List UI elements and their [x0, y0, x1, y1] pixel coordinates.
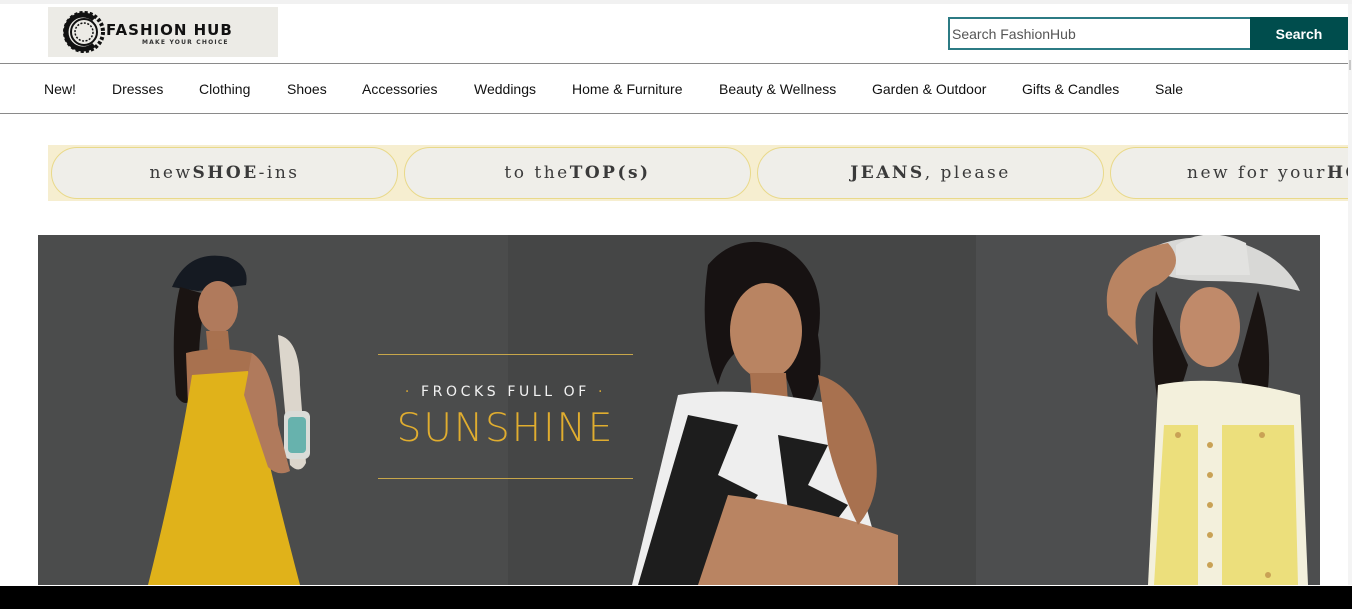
- hero-banner[interactable]: · FROCKS FULL OF · SUNSHINE: [38, 235, 1320, 585]
- search-input[interactable]: [948, 17, 1250, 50]
- promo-post: -ins: [258, 163, 300, 183]
- promo-bold: JEANS: [850, 163, 925, 183]
- nav-item-beauty-wellness[interactable]: Beauty & Wellness: [719, 81, 836, 97]
- hero-title: SUNSHINE: [396, 406, 615, 451]
- nav-item-sale[interactable]: Sale: [1155, 81, 1183, 97]
- promo-shoes[interactable]: new SHOE -ins: [51, 147, 398, 199]
- nav-item-home-furniture[interactable]: Home & Furniture: [572, 81, 682, 97]
- promo-bold: HO: [1326, 163, 1348, 183]
- hero-kicker-text: FROCKS FULL OF: [421, 384, 590, 400]
- promo-bold: TOP(s): [569, 163, 651, 183]
- promo-post: , please: [924, 163, 1011, 183]
- main-nav: New! Dresses Clothing Shoes Accessories …: [0, 63, 1348, 114]
- promo-tops[interactable]: to the TOP(s): [404, 147, 751, 199]
- hero-rule-top: [378, 354, 633, 355]
- page-scrollbar[interactable]: [1348, 4, 1352, 585]
- hero-kicker: · FROCKS FULL OF ·: [404, 384, 607, 400]
- promo-pre: new: [149, 163, 193, 183]
- scrollbar-thumb[interactable]: [1349, 60, 1351, 70]
- hero-headline: · FROCKS FULL OF · SUNSHINE: [378, 354, 633, 479]
- promo-pre: new for your: [1187, 163, 1327, 183]
- promo-bold: SHOE: [192, 163, 259, 183]
- nav-item-new[interactable]: New!: [44, 81, 76, 97]
- nav-item-gifts-candles[interactable]: Gifts & Candles: [1022, 81, 1119, 97]
- nav-item-clothing[interactable]: Clothing: [199, 81, 250, 97]
- hero-rule-bottom: [378, 478, 633, 479]
- nav-item-shoes[interactable]: Shoes: [287, 81, 327, 97]
- brand-tagline: MAKE YOUR CHOICE: [142, 39, 229, 46]
- promo-carousel: new SHOE -ins to the TOP(s) JEANS, please…: [48, 145, 1348, 201]
- promo-jeans[interactable]: JEANS, please: [757, 147, 1104, 199]
- brand-logo[interactable]: FASHION HUB MAKE YOUR CHOICE: [48, 7, 278, 57]
- nav-item-dresses[interactable]: Dresses: [112, 81, 163, 97]
- nav-item-garden-outdoor[interactable]: Garden & Outdoor: [872, 81, 986, 97]
- promo-pre: to the: [504, 163, 570, 183]
- bottom-black-bar: [0, 586, 1352, 609]
- nav-item-weddings[interactable]: Weddings: [474, 81, 536, 97]
- nav-item-accessories[interactable]: Accessories: [362, 81, 437, 97]
- hero-models-image: [148, 235, 1308, 585]
- site-header: FASHION HUB MAKE YOUR CHOICE Search: [0, 4, 1352, 63]
- promo-home[interactable]: new for your HO: [1110, 147, 1348, 199]
- search-bar: Search: [948, 17, 1348, 50]
- brand-name: FASHION HUB: [106, 21, 233, 39]
- search-button[interactable]: Search: [1250, 17, 1348, 50]
